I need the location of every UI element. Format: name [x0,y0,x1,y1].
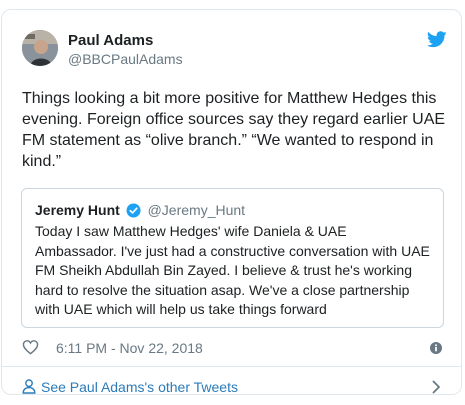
quoted-display-name: Jeremy Hunt [35,202,120,218]
tweet-meta: 6:11 PM - Nov 22, 2018 [22,338,447,358]
see-other-tweets-label[interactable]: See Paul Adams's other Tweets [41,378,238,396]
embedded-tweet-card: Paul Adams @BBCPaulAdams Things looking … [1,9,462,395]
chevron-right-icon[interactable] [432,380,441,394]
tweet-text: Things looking a bit more positive for M… [22,90,446,170]
twitter-bird-icon[interactable] [427,31,447,48]
author-display-name[interactable]: Paul Adams [68,31,183,50]
footer-divider [2,366,461,367]
author-names[interactable]: Paul Adams @BBCPaulAdams [68,31,183,68]
tweet-timestamp[interactable]: 6:11 PM - Nov 22, 2018 [56,339,203,357]
quoted-tweet-header: Jeremy Hunt @Jeremy_Hunt [35,201,245,219]
verified-badge-icon [126,203,141,218]
quoted-tweet[interactable]: Jeremy Hunt @Jeremy_Hunt Today I saw Mat… [21,188,444,328]
info-icon[interactable] [430,342,442,354]
tweet-header: Paul Adams @BBCPaulAdams [22,30,447,70]
heart-icon[interactable] [22,339,39,355]
quoted-handle: @Jeremy_Hunt [147,202,246,218]
person-icon [22,379,36,394]
author-handle[interactable]: @BBCPaulAdams [68,50,183,68]
quoted-tweet-text: Today I saw Matthew Hedges' wife Daniela… [35,223,430,318]
avatar[interactable] [22,30,58,66]
